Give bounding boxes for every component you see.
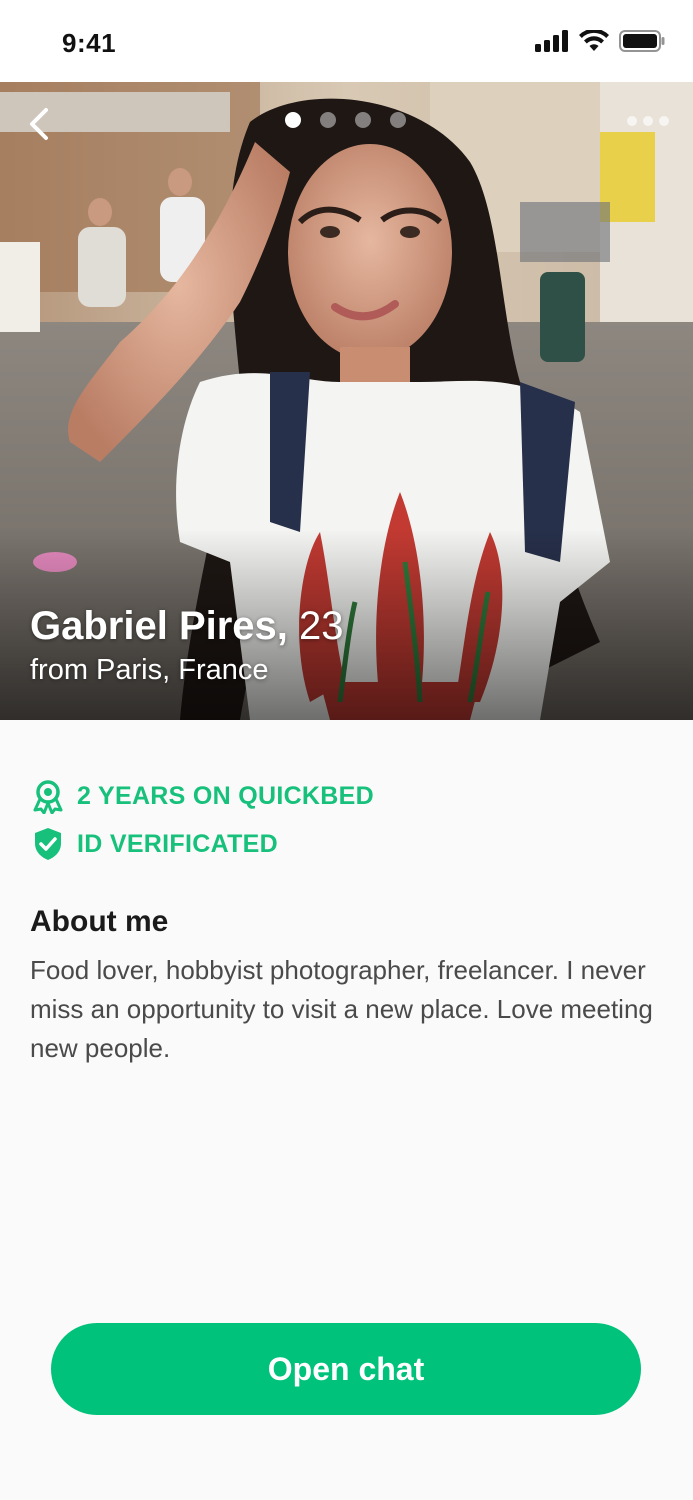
more-dot-icon — [627, 116, 637, 126]
status-icons — [535, 30, 665, 52]
more-dot-icon — [659, 116, 669, 126]
badge-verification-label: ID VERIFICATED — [77, 829, 278, 858]
pagination-dot-3[interactable] — [355, 112, 371, 128]
status-time: 9:41 — [62, 28, 117, 58]
status-bar: 9:41 — [0, 0, 693, 82]
cellular-signal-icon — [535, 30, 568, 52]
pagination-dot-2[interactable] — [320, 112, 336, 128]
about-section: About me Food lover, hobbyist photograph… — [30, 905, 660, 1068]
photo-pagination — [285, 112, 406, 128]
open-chat-button[interactable]: Open chat — [51, 1323, 641, 1415]
profile-location: from Paris, France — [30, 654, 269, 686]
pagination-dot-4[interactable] — [390, 112, 406, 128]
chevron-left-icon — [30, 108, 48, 140]
battery-icon — [619, 30, 665, 52]
more-options-button[interactable] — [627, 116, 669, 126]
pagination-dot-1[interactable] — [285, 112, 301, 128]
about-text: Food lover, hobbyist photographer, freel… — [30, 955, 653, 1063]
profile-name: Gabriel Pires, — [30, 604, 288, 648]
profile-screen: 9:41 Gabriel Pires, 23 from Paris, Franc… — [0, 0, 693, 1500]
badge-membership: 2 YEARS ON QUICKBED — [30, 776, 374, 816]
more-dot-icon — [643, 116, 653, 126]
profile-header: Gabriel Pires, 23 from Paris, France — [30, 602, 344, 687]
badge-verification: ID VERIFICATED — [30, 824, 374, 864]
back-button[interactable] — [22, 104, 58, 144]
profile-photo[interactable]: Gabriel Pires, 23 from Paris, France — [0, 82, 693, 720]
profile-age: 23 — [299, 604, 344, 648]
badge-membership-label: 2 YEARS ON QUICKBED — [77, 781, 374, 810]
shield-check-icon — [35, 828, 61, 860]
badges-list: 2 YEARS ON QUICKBED ID VERIFICATED — [30, 776, 374, 872]
award-ribbon-icon — [33, 780, 63, 814]
about-title: About me — [30, 905, 169, 938]
wifi-icon — [579, 30, 609, 51]
name-age-line: Gabriel Pires, 23 — [30, 602, 344, 650]
